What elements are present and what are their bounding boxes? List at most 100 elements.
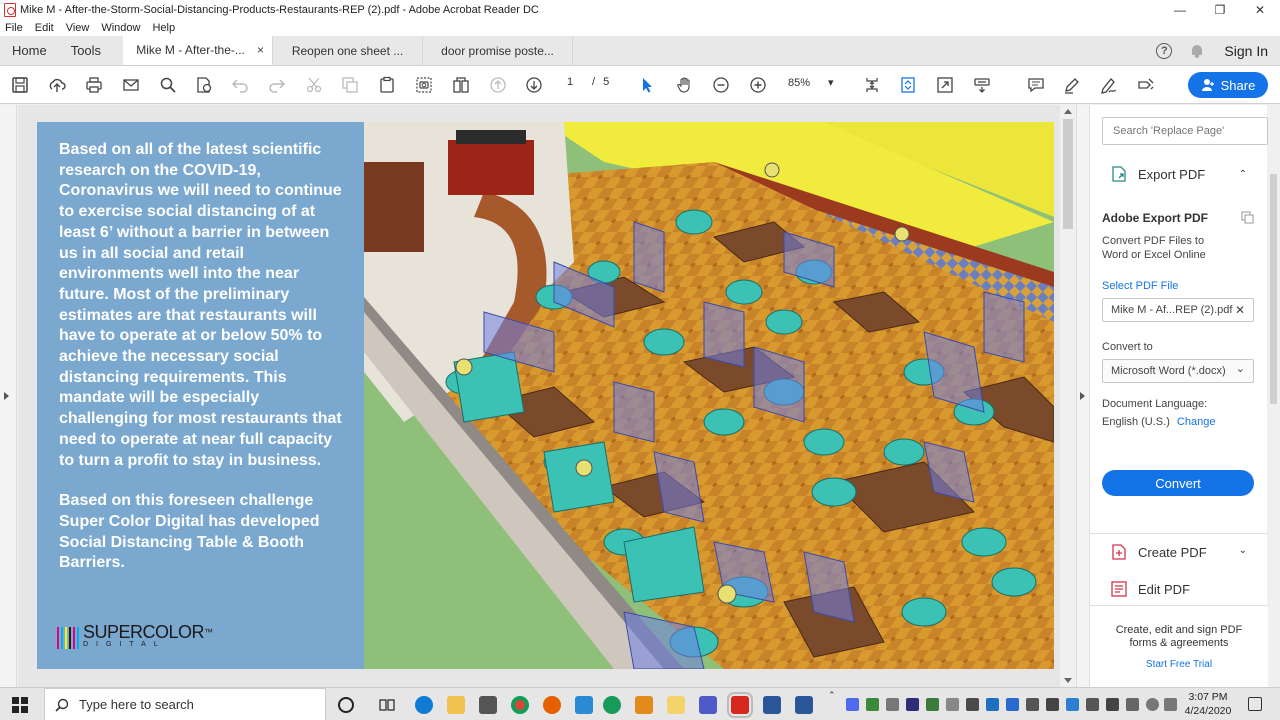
teams-icon[interactable] (699, 696, 717, 714)
menu-file[interactable]: File (5, 22, 23, 34)
selected-file-field[interactable]: Mike M - Af...REP (2).pdf ✕ (1102, 298, 1254, 322)
clipboard-icon[interactable] (377, 75, 397, 95)
tools-pane-scrollbar[interactable] (1267, 160, 1280, 605)
outlook-icon[interactable] (635, 696, 653, 714)
store-icon[interactable] (479, 696, 497, 714)
tray-app-icon[interactable] (1106, 698, 1119, 711)
chevron-up-icon[interactable]: ⌃ (1239, 169, 1247, 180)
menu-window[interactable]: Window (101, 22, 140, 34)
convert-format-select[interactable]: Microsoft Word (*.docx) ⌄ (1102, 359, 1254, 383)
comment-icon[interactable] (1026, 75, 1046, 95)
hand-tool-icon[interactable] (675, 75, 695, 95)
windows-start-icon[interactable] (12, 697, 28, 713)
undo-icon[interactable] (230, 75, 250, 95)
doc-tab-2[interactable]: Reopen one sheet ... (273, 36, 424, 65)
collapse-right-pane-icon[interactable] (1080, 392, 1085, 400)
duplicate-icon[interactable] (1241, 211, 1255, 225)
word-icon[interactable] (795, 696, 813, 714)
firefox-icon[interactable] (543, 696, 561, 714)
tray-app-icon[interactable] (926, 698, 939, 711)
full-screen-icon[interactable] (935, 75, 955, 95)
cloud-upload-icon[interactable] (47, 75, 67, 95)
menu-view[interactable]: View (66, 22, 90, 34)
compare-icon[interactable] (451, 75, 471, 95)
change-language-link[interactable]: Change (1177, 416, 1216, 428)
tab-home[interactable]: Home (0, 36, 59, 65)
cut-icon[interactable] (304, 75, 324, 95)
convert-button[interactable]: Convert (1102, 470, 1254, 496)
tray-app-icon[interactable] (866, 698, 879, 711)
page-setup-icon[interactable] (194, 75, 214, 95)
zoom-in-icon[interactable] (748, 75, 768, 95)
tab-tools[interactable]: Tools (59, 36, 113, 65)
tray-app-icon[interactable] (1006, 698, 1019, 711)
close-window-button[interactable]: ✕ (1240, 0, 1280, 20)
tray-app-icon[interactable] (1026, 698, 1039, 711)
tray-app-icon[interactable] (906, 698, 919, 711)
zoom-out-icon[interactable] (711, 75, 731, 95)
chevron-down-icon[interactable]: ⌄ (1239, 545, 1247, 556)
tray-app-icon[interactable] (1066, 698, 1079, 711)
tray-app-icon[interactable] (966, 698, 979, 711)
menu-edit[interactable]: Edit (35, 22, 54, 34)
app-icon[interactable] (575, 696, 593, 714)
email-icon[interactable] (121, 75, 141, 95)
file-explorer-icon[interactable] (447, 696, 465, 714)
tools-search-input[interactable] (1102, 117, 1268, 145)
right-pane-toggle-rail[interactable] (1076, 105, 1089, 687)
redo-icon[interactable] (267, 75, 287, 95)
acrobat-taskbar-icon[interactable] (727, 692, 753, 718)
current-page-input[interactable]: 1 (556, 76, 584, 88)
maximize-button[interactable]: ❐ (1200, 0, 1240, 20)
fill-sign-icon[interactable] (1099, 75, 1119, 95)
doc-tab-3[interactable]: door promise poste... (423, 36, 574, 65)
left-navigation-rail[interactable] (0, 105, 17, 687)
doc-tab-active[interactable]: Mike M - After-the-... × (123, 36, 274, 65)
word-icon[interactable] (763, 696, 781, 714)
snapshot-icon[interactable] (414, 75, 434, 95)
select-cursor-icon[interactable] (638, 75, 658, 95)
next-page-icon[interactable] (524, 75, 544, 95)
save-icon[interactable] (10, 75, 30, 95)
tray-app-icon[interactable] (1126, 698, 1139, 711)
sticky-notes-icon[interactable] (667, 696, 685, 714)
copy-icon[interactable] (340, 75, 360, 95)
highlight-pen-icon[interactable] (1062, 75, 1082, 95)
tray-app-icon[interactable] (1086, 698, 1099, 711)
app-icon[interactable] (603, 696, 621, 714)
close-tab-icon[interactable]: × (257, 43, 264, 57)
zoom-dropdown[interactable]: 85% ▾ (788, 76, 834, 90)
system-clock[interactable]: 3:07 PM 4/24/2020 (1182, 690, 1234, 718)
minimize-button[interactable]: — (1160, 0, 1200, 20)
task-view-icon[interactable] (378, 696, 396, 714)
scroll-mode-icon[interactable] (862, 75, 882, 95)
remove-file-icon[interactable]: ✕ (1235, 303, 1245, 317)
tray-app-icon[interactable] (986, 698, 999, 711)
create-pdf-item[interactable]: Create PDF (1110, 543, 1207, 561)
start-free-trial-link[interactable]: Start Free Trial (1090, 659, 1268, 670)
export-pdf-header[interactable]: Export PDF (1110, 165, 1205, 183)
send-sign-icon[interactable] (1136, 75, 1156, 95)
scroll-up-icon[interactable] (1064, 109, 1072, 114)
volume-icon[interactable] (1164, 698, 1177, 711)
scroll-down-icon[interactable] (1064, 678, 1072, 683)
print-icon[interactable] (84, 75, 104, 95)
wifi-icon[interactable] (1146, 698, 1159, 711)
share-button[interactable]: Share (1188, 72, 1268, 98)
tray-app-icon[interactable] (846, 698, 859, 711)
notification-bell-icon[interactable] (1190, 44, 1204, 58)
expand-left-pane-icon[interactable] (4, 392, 9, 400)
fit-page-icon[interactable] (898, 75, 918, 95)
scroll-thumb[interactable] (1063, 119, 1073, 229)
help-icon[interactable]: ? (1156, 42, 1173, 59)
edge-browser-icon[interactable] (415, 696, 433, 714)
chrome-icon[interactable] (511, 696, 529, 714)
tray-app-icon[interactable] (1046, 698, 1059, 711)
cortana-icon[interactable] (338, 697, 354, 713)
tray-overflow-icon[interactable]: ⌃ (828, 690, 836, 701)
search-zoom-icon[interactable] (158, 75, 178, 95)
action-center-icon[interactable] (1248, 697, 1262, 711)
document-viewer[interactable]: Based on all of the latest scientific re… (18, 105, 1060, 687)
tray-app-icon[interactable] (886, 698, 899, 711)
taskbar-search[interactable]: Type here to search (44, 688, 326, 720)
